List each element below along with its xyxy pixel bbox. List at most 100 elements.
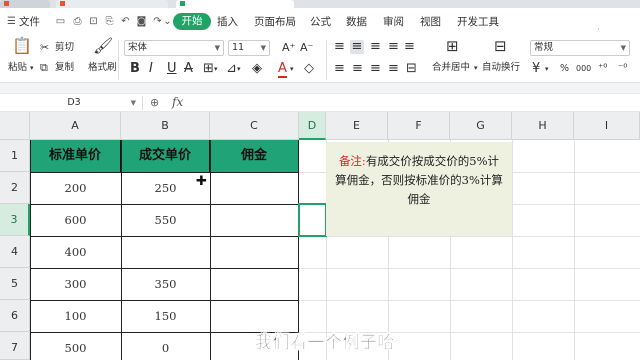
menu-item-file[interactable]: 文件	[19, 14, 40, 30]
undo-icon[interactable]: ↶	[120, 16, 131, 27]
paste-icon[interactable]: 📋	[12, 38, 32, 54]
column-header-b[interactable]: B	[121, 112, 210, 140]
table-cell[interactable]: 400	[30, 236, 121, 268]
window-tab[interactable]	[0, 0, 50, 8]
row-header-6[interactable]: 6	[0, 300, 30, 332]
row-header-4[interactable]: 4	[0, 236, 30, 268]
row-header-1[interactable]: 1	[0, 140, 30, 172]
row-header-7[interactable]: 7	[0, 332, 30, 360]
align-middle-icon[interactable]: ≡	[350, 40, 364, 54]
column-header-h[interactable]: H	[512, 112, 574, 140]
table-cell[interactable]: 200	[30, 172, 121, 204]
column-header-g[interactable]: G	[450, 112, 512, 140]
column-header-a[interactable]: A	[30, 112, 121, 140]
table-header-cell[interactable]: 成交单价	[121, 140, 210, 172]
select-all-corner[interactable]	[0, 112, 30, 140]
table-cell[interactable]	[210, 172, 299, 204]
merge-center-button[interactable]: 合并居中	[432, 62, 470, 74]
increase-decimal-icon[interactable]: ⁺⁰	[598, 62, 607, 76]
hamburger-icon[interactable]: ☰	[6, 16, 17, 27]
decrease-font-icon[interactable]: A⁻	[300, 41, 313, 55]
number-format-select[interactable]: 常规 ▼	[530, 40, 630, 56]
decrease-decimal-icon[interactable]: ⁻⁰	[618, 62, 627, 76]
chevron-down-icon[interactable]: ▾	[237, 62, 241, 76]
indent-right-icon[interactable]: ≡	[404, 40, 415, 54]
menu-item-insert[interactable]: 插入	[217, 14, 238, 30]
table-cell[interactable]: 300	[30, 268, 121, 300]
row-header-3[interactable]: 3	[0, 204, 30, 236]
paste-button[interactable]: 粘贴	[8, 62, 27, 74]
fx-icon[interactable]: fx	[172, 95, 183, 110]
thousands-button[interactable]: 000	[576, 63, 591, 75]
column-header-e[interactable]: E	[326, 112, 388, 140]
chevron-down-icon[interactable]: ▾	[545, 62, 549, 76]
row-header-2[interactable]: 2	[0, 172, 30, 204]
align-bottom-icon[interactable]: ≡	[370, 40, 381, 54]
currency-icon[interactable]: ¥	[532, 62, 540, 76]
merge-cells-icon[interactable]: ⊞	[446, 39, 459, 54]
print-preview-icon[interactable]: ⊡	[88, 16, 99, 27]
fill-color-icon[interactable]: ◈	[252, 62, 262, 76]
name-box[interactable]: D3 ▼	[6, 96, 143, 110]
menu-item-review[interactable]: 审阅	[383, 14, 404, 30]
print-icon[interactable]: ⎙	[72, 16, 83, 27]
justify-icon[interactable]: ≡	[388, 62, 399, 76]
table-cell[interactable]	[210, 268, 299, 300]
italic-icon[interactable]: I	[149, 62, 153, 76]
table-cell[interactable]: 550	[121, 204, 210, 236]
font-size-select[interactable]: 11 ▼	[228, 40, 270, 56]
distribute-icon[interactable]: ⊟	[406, 62, 417, 76]
column-header-c[interactable]: C	[210, 112, 299, 140]
table-cell[interactable]	[210, 236, 299, 268]
note-textbox[interactable]: 备注:有成交价按成交价的5%计算佣金，否则按标准价的3%计算佣金	[326, 142, 512, 236]
menu-item-data[interactable]: 数据	[346, 14, 367, 30]
camera-icon[interactable]: ◙	[136, 16, 147, 27]
folder-icon[interactable]: ▭	[55, 16, 66, 27]
table-cell[interactable]: 600	[30, 204, 121, 236]
strikethrough-icon[interactable]: A	[184, 62, 193, 76]
format-painter-button[interactable]: 格式刷	[88, 62, 117, 74]
bold-icon[interactable]: B	[130, 62, 140, 76]
table-header-cell[interactable]: 佣金	[210, 140, 299, 172]
table-cell[interactable]: 0	[121, 332, 210, 360]
table-cell[interactable]: 350	[121, 268, 210, 300]
cut-button[interactable]: 剪切	[55, 42, 74, 54]
wrap-text-icon[interactable]: ⊟	[494, 39, 507, 54]
menu-item-page-layout[interactable]: 页面布局	[254, 14, 296, 30]
font-family-select[interactable]: 宋体 ▼	[124, 40, 224, 56]
align-top-icon[interactable]: ≡	[334, 40, 345, 54]
column-header-d[interactable]: D	[299, 112, 326, 140]
table-cell[interactable]: 100	[30, 300, 121, 332]
menu-item-formulas[interactable]: 公式	[310, 14, 331, 30]
table-cell[interactable]	[121, 236, 210, 268]
chevron-down-icon[interactable]: ▾	[474, 62, 478, 74]
row-header-5[interactable]: 5	[0, 268, 30, 300]
chevron-down-icon[interactable]: ▾	[214, 62, 218, 76]
table-header-cell[interactable]: 标准单价	[30, 140, 121, 172]
table-cell[interactable]: 500	[30, 332, 121, 360]
align-right-icon[interactable]: ≡	[370, 62, 381, 76]
copy-button[interactable]: 复制	[55, 62, 74, 74]
wrap-text-button[interactable]: 自动换行	[482, 62, 520, 74]
border-icon[interactable]: ⊞	[203, 62, 214, 76]
table-cell[interactable]	[210, 204, 299, 236]
underline-icon[interactable]: U	[167, 62, 177, 76]
window-tab[interactable]	[56, 0, 168, 8]
eraser-icon[interactable]: ◇	[304, 62, 314, 76]
menu-item-view[interactable]: 视图	[420, 14, 441, 30]
active-cell-d3[interactable]	[298, 203, 327, 237]
align-center-icon[interactable]: ≡	[352, 62, 363, 76]
chevron-down-icon[interactable]: ▾	[30, 62, 34, 74]
bucket-icon[interactable]: ⊿	[226, 62, 237, 76]
format-painter-icon[interactable]: 🖌	[93, 38, 113, 54]
font-color-icon[interactable]: A	[278, 62, 287, 78]
increase-font-icon[interactable]: A⁺	[282, 41, 295, 55]
align-left-icon[interactable]: ≡	[334, 62, 345, 76]
export-icon[interactable]: ⎘	[104, 16, 115, 27]
window-tab-active[interactable]	[176, 0, 294, 8]
chevron-down-icon[interactable]: ▾	[290, 62, 294, 76]
chevron-down-icon[interactable]: ⌄	[162, 16, 173, 27]
column-header-f[interactable]: F	[388, 112, 450, 140]
menu-item-developer[interactable]: 开发工具	[457, 14, 499, 30]
percent-button[interactable]: %	[560, 63, 569, 75]
